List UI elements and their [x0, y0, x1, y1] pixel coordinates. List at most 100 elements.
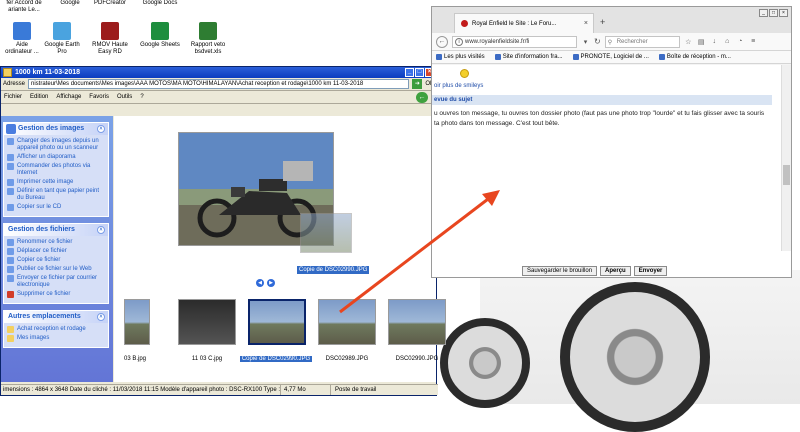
- move-icon: [7, 248, 14, 255]
- thumbnail[interactable]: [178, 299, 236, 345]
- bookmark-icon: [658, 54, 665, 60]
- tab-title: Royal Enfield le Site : Le Foru...: [472, 20, 557, 27]
- collapse-chevron-icon[interactable]: ˄: [97, 125, 105, 133]
- tab-bar: Royal Enfield le Site : Le Foru... × + _…: [432, 7, 791, 33]
- folder-icon: [7, 335, 14, 342]
- explorer-window: 1000 km 11-03-2018 _ □ × Adresse nistrat…: [0, 66, 446, 396]
- bookmark-most-visited[interactable]: Les plus visités: [436, 54, 485, 60]
- save-draft-button[interactable]: Sauvegarder le brouillon: [522, 266, 598, 276]
- menu-outils[interactable]: Outils: [117, 94, 132, 100]
- task-link[interactable]: Définir en tant que papier peint du Bure…: [7, 188, 106, 202]
- bookmark-icon: [572, 54, 579, 60]
- menu-edition[interactable]: Edition: [30, 94, 48, 100]
- search-input[interactable]: ⚲ Rechercher: [604, 35, 680, 48]
- panel-header[interactable]: Autres emplacements ˄: [4, 311, 108, 323]
- task-link[interactable]: Afficher un diaporama: [7, 154, 106, 161]
- desktop-icon-google-sheets[interactable]: Google Sheets: [138, 22, 182, 49]
- menu-favoris[interactable]: Favoris: [89, 94, 109, 100]
- task-link[interactable]: Copier ce fichier: [7, 257, 106, 264]
- task-link[interactable]: Renommer ce fichier: [7, 239, 106, 246]
- excel-file-icon: [199, 22, 217, 40]
- preview-button[interactable]: Aperçu: [600, 266, 631, 276]
- task-link[interactable]: Déplacer ce fichier: [7, 248, 106, 255]
- task-link[interactable]: Commander des photos via Internet: [7, 163, 106, 177]
- thumbnail[interactable]: [318, 299, 376, 345]
- menu-affichage[interactable]: Affichage: [56, 94, 81, 100]
- task-link[interactable]: Supprimer ce fichier: [7, 291, 106, 298]
- scrollbar[interactable]: [781, 65, 791, 251]
- reload-icon[interactable]: ↻: [594, 37, 601, 46]
- address-input[interactable]: nistrateur\Mes documents\Mes images\AAA …: [28, 79, 410, 89]
- previous-image-button[interactable]: ◀: [256, 279, 264, 287]
- menu-fichier[interactable]: Fichier: [4, 94, 22, 100]
- bookmark-star-icon[interactable]: ☆: [684, 38, 693, 46]
- thumbnail-label: DSC02990.JPG: [395, 356, 439, 362]
- library-icon[interactable]: ▤: [697, 38, 706, 46]
- explorer-titlebar[interactable]: 1000 km 11-03-2018 _ □ ×: [1, 67, 436, 78]
- download-icon[interactable]: ↓: [710, 38, 719, 45]
- collapse-chevron-icon[interactable]: ˄: [97, 226, 105, 234]
- menu-help[interactable]: ?: [140, 94, 143, 100]
- menu-icon[interactable]: ≡: [749, 38, 758, 45]
- task-link[interactable]: Imprimer cette image: [7, 179, 106, 186]
- desktop-icon-aide[interactable]: Aide ordinateur ...: [0, 22, 44, 56]
- task-link[interactable]: Copier sur le CD: [7, 204, 106, 211]
- task-link[interactable]: Envoyer ce fichier par courrier électron…: [7, 275, 106, 289]
- more-smileys-link[interactable]: oir plus de smileys: [432, 83, 483, 89]
- maximize-button[interactable]: □: [415, 68, 424, 77]
- send-button[interactable]: Envoyer: [633, 266, 668, 276]
- close-tab-icon[interactable]: ×: [584, 20, 588, 27]
- desktop-label-3[interactable]: PDFCreator: [88, 0, 132, 7]
- next-image-button[interactable]: ▶: [267, 279, 275, 287]
- bookmark-pronote[interactable]: PRONOTE, Logiciel de ...: [572, 54, 649, 60]
- panel-gestion-fichiers: Gestion des fichiers ˄ Renommer ce fichi…: [3, 223, 109, 304]
- place-link[interactable]: Achat reception et rodage: [7, 326, 106, 333]
- collapse-chevron-icon[interactable]: ˄: [97, 313, 105, 321]
- back-arrow-icon[interactable]: ←: [416, 92, 428, 103]
- email-icon: [7, 275, 14, 282]
- pocket-icon[interactable]: ◔: [736, 38, 745, 45]
- preview-navigation: ◀ ▶: [256, 279, 275, 287]
- back-button[interactable]: ←: [436, 35, 448, 48]
- new-tab-button[interactable]: +: [600, 17, 605, 27]
- images-icon: [6, 124, 16, 134]
- minimize-button[interactable]: _: [759, 9, 768, 17]
- browser-tab[interactable]: Royal Enfield le Site : Le Foru... ×: [454, 13, 594, 33]
- panel-header[interactable]: Gestion des fichiers ˄: [4, 224, 108, 236]
- minimize-button[interactable]: _: [405, 68, 414, 77]
- thumbnail[interactable]: [388, 299, 446, 345]
- task-link[interactable]: Charger des images depuis un appareil ph…: [7, 138, 106, 152]
- url-bar[interactable]: i www.royalenfieldsite.fr/fi: [452, 35, 577, 48]
- address-bar: Adresse nistrateur\Mes documents\Mes ima…: [1, 78, 436, 91]
- scrollbar-thumb[interactable]: [783, 165, 790, 185]
- bookmark-inbox[interactable]: Boîte de réception - m...: [658, 54, 731, 60]
- desktop-label-2[interactable]: Google: [48, 0, 92, 7]
- thumbnail[interactable]: [124, 299, 150, 345]
- panel-header[interactable]: Gestion des images ˄: [4, 123, 108, 135]
- desktop-label-4[interactable]: Google Docs: [138, 0, 182, 7]
- drag-ghost-label: Copie de DSC02990.JPG: [297, 266, 370, 274]
- maximize-button[interactable]: □: [769, 9, 778, 17]
- thumbnail-selected[interactable]: [248, 299, 306, 345]
- site-favicon-icon: [461, 20, 468, 27]
- close-button[interactable]: ×: [779, 9, 788, 17]
- smiley-icon[interactable]: [460, 69, 469, 78]
- bookmark-site-info[interactable]: Site d'information fra...: [494, 54, 563, 60]
- desktop-icon-rmov[interactable]: RMOV Haute Easy RD: [88, 22, 132, 56]
- drag-ghost-image: [300, 213, 352, 253]
- home-icon[interactable]: ⌂: [723, 38, 732, 45]
- desktop-icon-google-earth[interactable]: Google Earth Pro: [40, 22, 84, 56]
- wallpaper-wheel: [560, 282, 710, 432]
- place-link[interactable]: Mes images: [7, 335, 106, 342]
- navigation-bar: ← i www.royalenfieldsite.fr/fi ▾ ↻ ⚲ Rec…: [432, 33, 791, 51]
- thumbnail-label: 11 03 C.jpg: [191, 356, 223, 362]
- desktop-icon-rapport-veto[interactable]: Rapport veto bsdvet.xls: [186, 22, 230, 56]
- task-link[interactable]: Publier ce fichier sur le Web: [7, 266, 106, 273]
- dropdown-arrow-icon[interactable]: ▾: [581, 38, 590, 46]
- topic-review-heading: evue du sujet: [432, 95, 772, 105]
- bookmarks-toolbar: Les plus visités Site d'information fra.…: [432, 51, 791, 64]
- desktop-label-1[interactable]: fer Accord de ariante Le...: [2, 0, 46, 14]
- go-arrow-icon[interactable]: ➜: [412, 79, 423, 89]
- folder-icon: [3, 68, 12, 77]
- site-info-icon[interactable]: i: [455, 37, 463, 46]
